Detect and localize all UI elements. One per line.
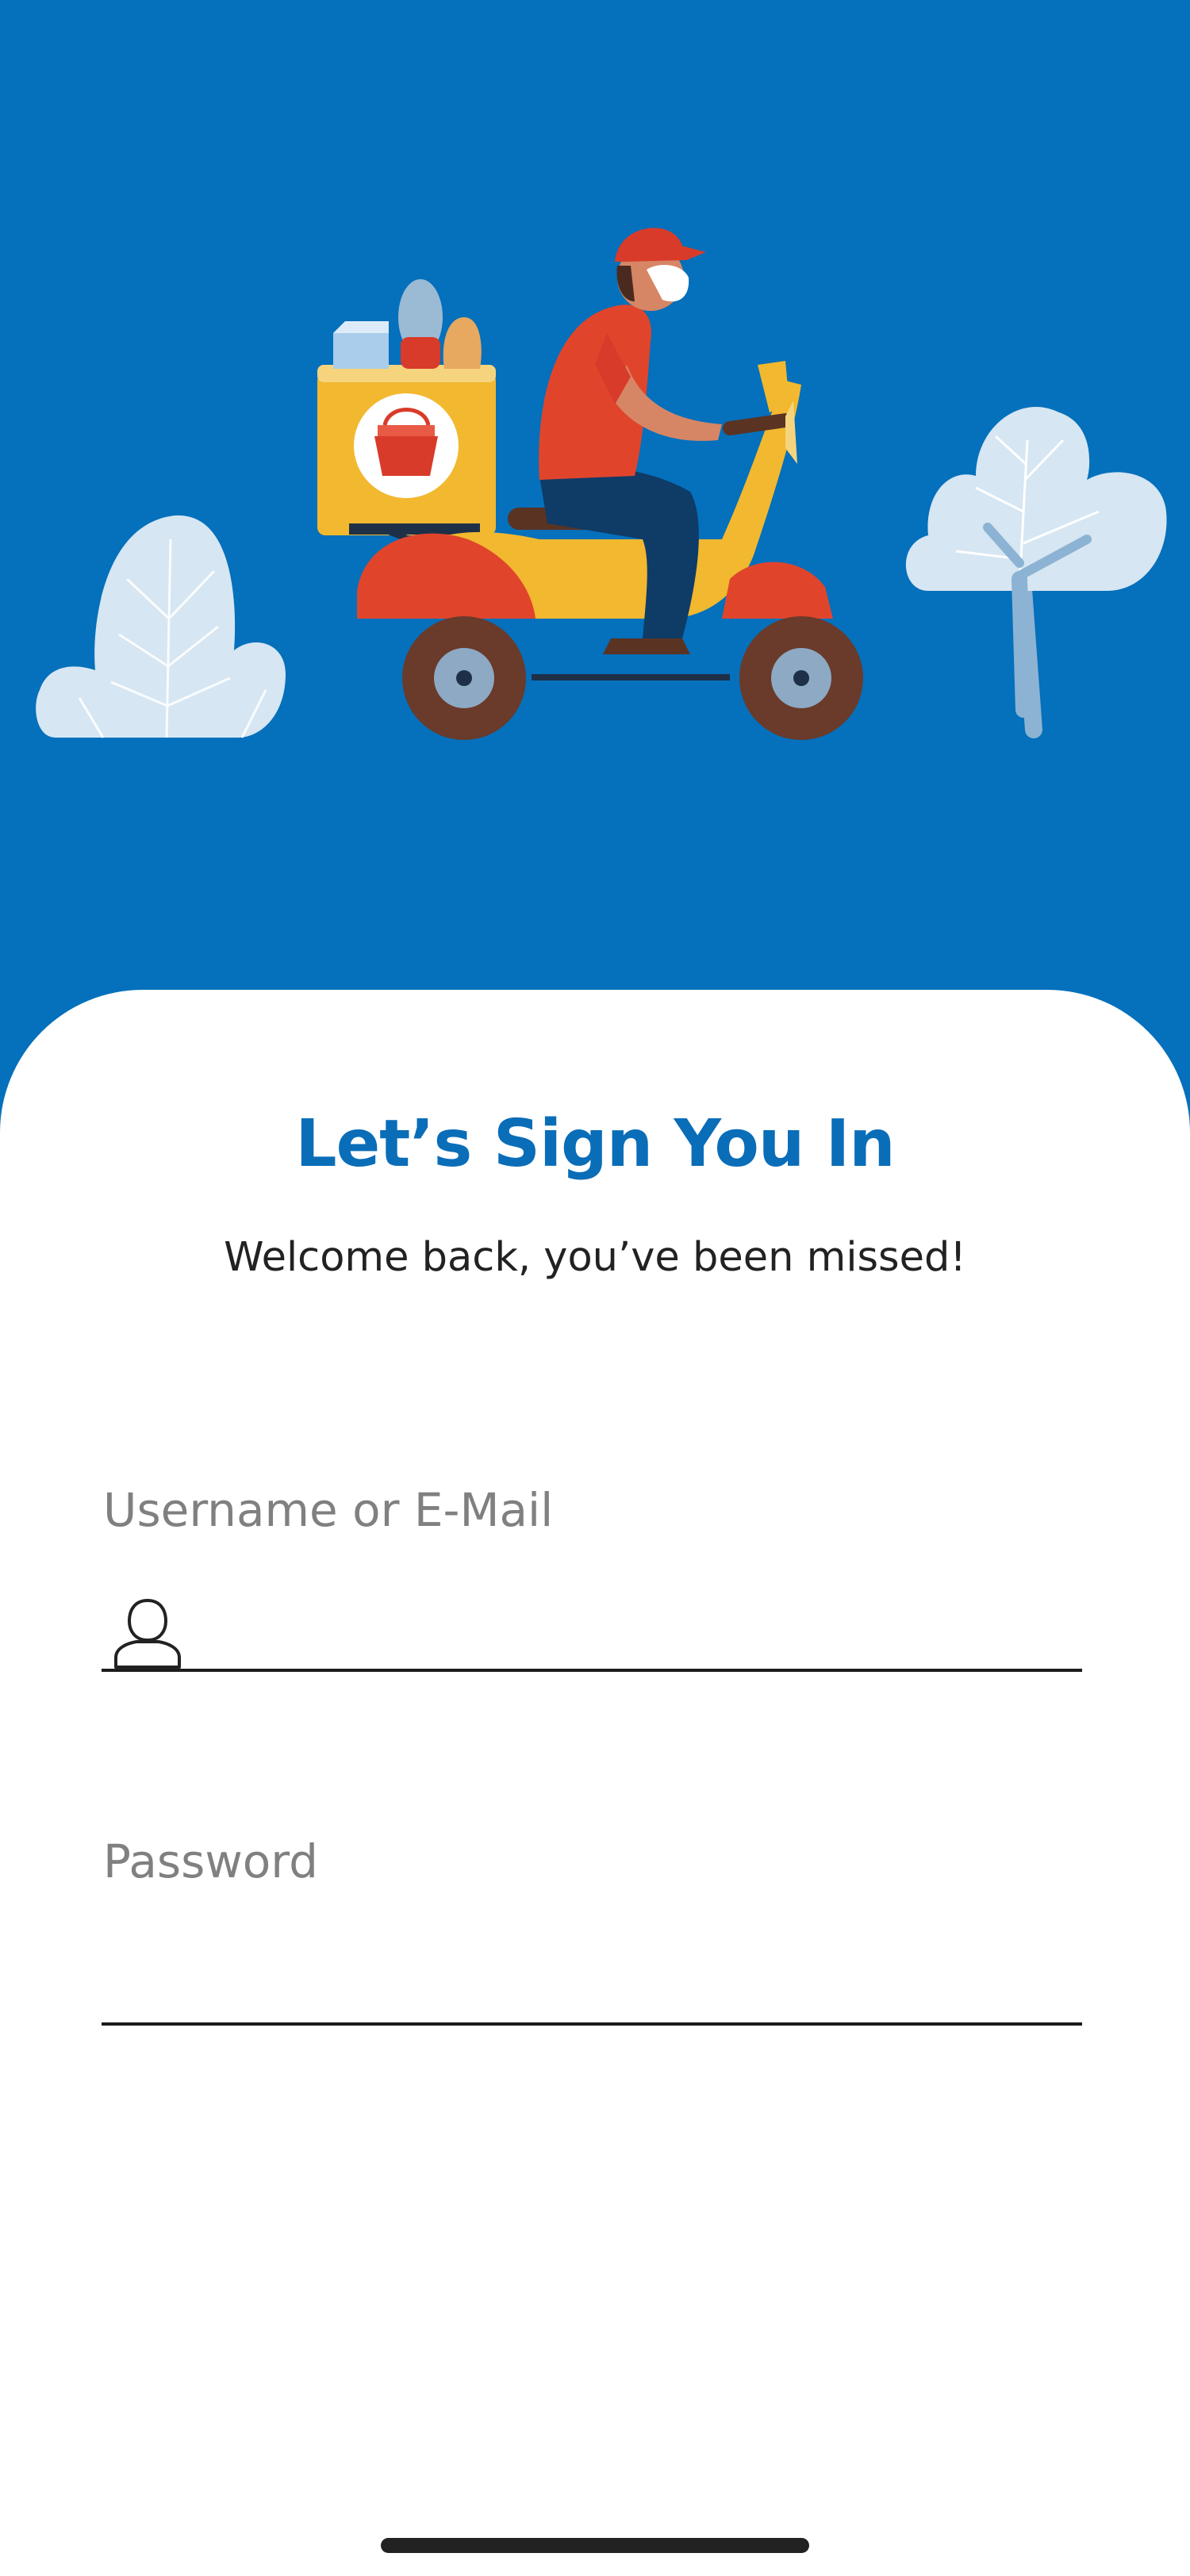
home-indicator[interactable] bbox=[381, 2538, 809, 2553]
delivery-scooter-illustration bbox=[317, 228, 863, 740]
username-label: Username or E-Mail bbox=[103, 1483, 554, 1537]
tree-illustration bbox=[905, 406, 1167, 738]
page-subtitle: Welcome back, you’ve been missed! bbox=[224, 1234, 966, 1281]
username-input[interactable] bbox=[102, 1585, 1082, 1672]
password-input[interactable] bbox=[102, 1938, 1082, 2026]
page-title: Let’s Sign You In bbox=[295, 1106, 895, 1182]
hero-illustration bbox=[0, 0, 1190, 999]
password-label: Password bbox=[103, 1834, 318, 1888]
bush-illustration bbox=[36, 515, 286, 738]
login-sheet bbox=[0, 990, 1190, 2576]
